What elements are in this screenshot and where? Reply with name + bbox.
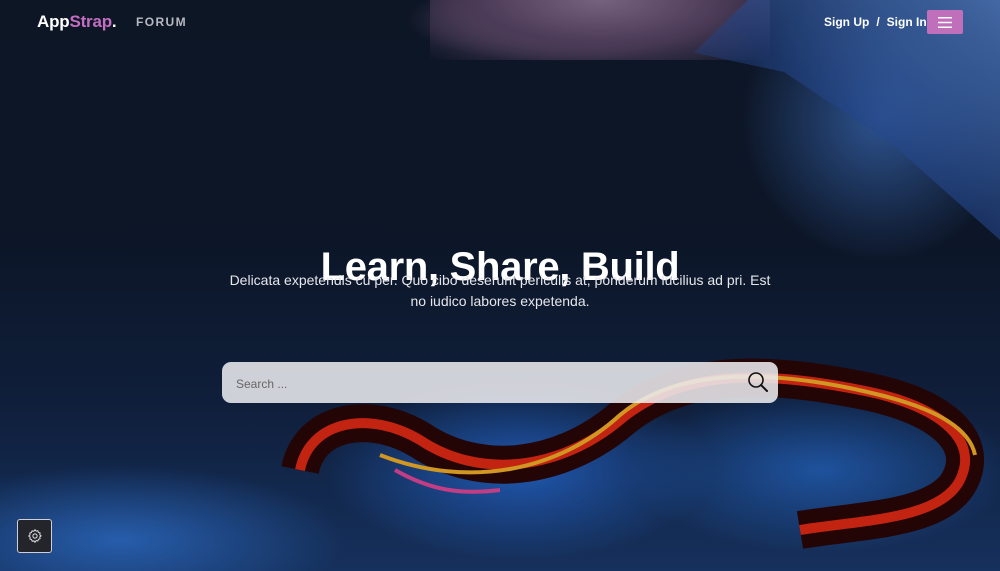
search-input[interactable]	[234, 362, 738, 405]
settings-button[interactable]	[17, 519, 52, 553]
search-icon	[748, 372, 768, 392]
nav-link-forum[interactable]: FORUM	[136, 15, 187, 29]
hero-subtitle: Delicata expetendis cu per. Quo cibo des…	[229, 272, 771, 309]
logo-text-main: App	[37, 12, 70, 31]
hamburger-menu-icon	[938, 16, 952, 28]
brand-logo[interactable]: AppStrap.	[37, 12, 117, 32]
sign-up-link[interactable]: Sign Up	[824, 15, 869, 29]
gear-icon	[27, 529, 42, 543]
logo-dot: .	[111, 12, 117, 31]
search-button[interactable]	[746, 371, 770, 395]
logo-text-accent: Strap	[69, 12, 112, 31]
auth-links: Sign Up / Sign In	[824, 15, 927, 29]
sign-in-link[interactable]: Sign In	[887, 15, 927, 29]
top-navbar: AppStrap. FORUM Sign Up / Sign In	[0, 0, 1000, 44]
auth-separator: /	[876, 15, 880, 29]
search-bar	[222, 362, 778, 405]
menu-button[interactable]	[927, 10, 963, 34]
